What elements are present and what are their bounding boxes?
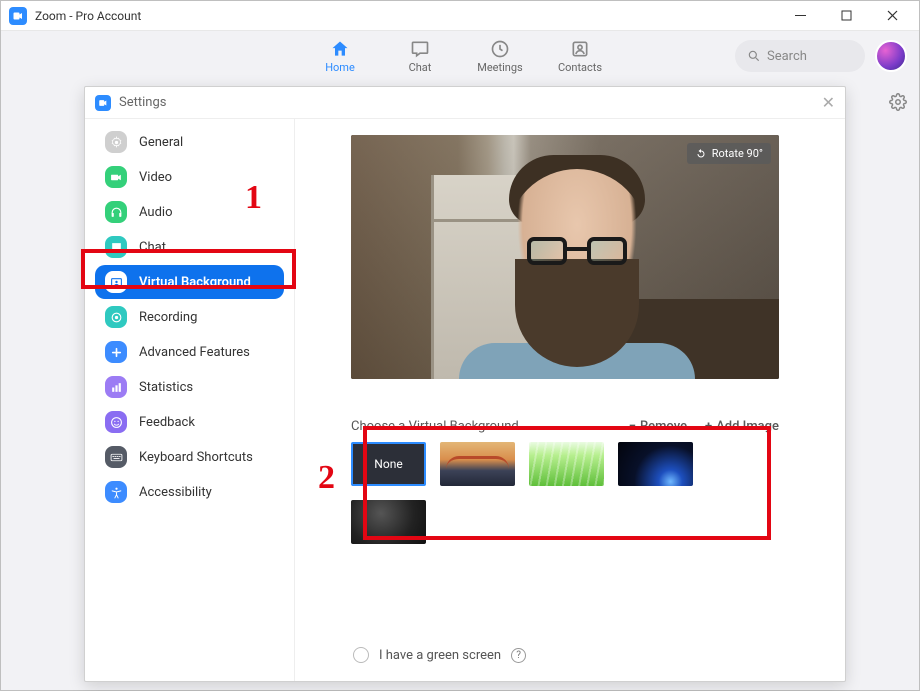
record-icon — [105, 306, 127, 328]
nav-label: Home — [325, 61, 355, 74]
settings-title: Settings — [119, 95, 166, 110]
sidebar-item-label: Keyboard Shortcuts — [139, 450, 253, 465]
choose-background-label: Choose a Virtual Background — [351, 419, 519, 434]
sidebar-item-label: Chat — [139, 240, 166, 255]
add-image-button[interactable]: + Add Image — [705, 419, 779, 434]
maximize-button[interactable] — [823, 1, 869, 31]
clock-icon — [490, 39, 510, 59]
nav-label: Meetings — [477, 61, 522, 74]
main-nav: Home Chat Meetings Contacts Search — [1, 31, 919, 81]
sidebar-item-label: Advanced Features — [139, 345, 250, 360]
window-title: Zoom - Pro Account — [35, 9, 141, 23]
sidebar-item-audio[interactable]: Audio — [95, 195, 284, 229]
settings-window: Settings ✕ General Video — [84, 86, 846, 682]
sidebar-item-label: Accessibility — [139, 485, 212, 500]
keyboard-icon — [105, 446, 127, 468]
accessibility-icon — [105, 481, 127, 503]
settings-gear-icon[interactable] — [889, 93, 907, 111]
bg-thumb-golden-gate[interactable] — [440, 442, 515, 486]
search-icon — [747, 49, 761, 63]
plus-icon: + — [705, 419, 712, 434]
sidebar-item-statistics[interactable]: Statistics — [95, 370, 284, 404]
sidebar-item-recording[interactable]: Recording — [95, 300, 284, 334]
chat-icon — [410, 39, 430, 59]
green-screen-checkbox[interactable] — [353, 647, 369, 663]
minus-icon: − — [629, 419, 636, 434]
nav-tab-home[interactable]: Home — [317, 39, 363, 74]
chat-bubble-icon — [105, 236, 127, 258]
rotate-90-button[interactable]: Rotate 90° — [687, 143, 771, 164]
sidebar-item-label: Virtual Background — [139, 275, 251, 290]
smiley-icon — [105, 411, 127, 433]
bg-thumb-grass[interactable] — [529, 442, 604, 486]
home-icon — [330, 39, 350, 59]
video-icon — [105, 166, 127, 188]
sidebar-item-keyboard-shortcuts[interactable]: Keyboard Shortcuts — [95, 440, 284, 474]
headphones-icon — [105, 201, 127, 223]
green-screen-label: I have a green screen — [379, 648, 501, 663]
sidebar-item-virtual-background[interactable]: Virtual Background — [95, 265, 284, 299]
window-controls — [777, 1, 915, 31]
camera-preview: Rotate 90° — [351, 135, 779, 379]
sidebar-item-label: Statistics — [139, 380, 193, 395]
sidebar-item-video[interactable]: Video — [95, 160, 284, 194]
background-thumbnail-grid: None — [351, 442, 779, 544]
user-avatar[interactable] — [875, 40, 907, 72]
minimize-button[interactable] — [777, 1, 823, 31]
nav-label: Chat — [409, 61, 432, 74]
green-screen-help-icon[interactable]: ? — [511, 648, 526, 663]
settings-sidebar: General Video Audio — [85, 119, 295, 681]
sidebar-item-general[interactable]: General — [95, 125, 284, 159]
zoom-app-icon — [95, 95, 111, 111]
sidebar-item-feedback[interactable]: Feedback — [95, 405, 284, 439]
sidebar-item-advanced[interactable]: Advanced Features — [95, 335, 284, 369]
add-image-label: Add Image — [716, 419, 779, 434]
rotate-label: Rotate 90° — [712, 147, 763, 160]
nav-tab-contacts[interactable]: Contacts — [557, 39, 603, 74]
close-button[interactable] — [869, 1, 915, 31]
nav-tab-chat[interactable]: Chat — [397, 39, 443, 74]
virtual-background-icon — [105, 271, 127, 293]
bar-chart-icon — [105, 376, 127, 398]
plus-icon — [105, 341, 127, 363]
remove-background-button[interactable]: − Remove — [629, 419, 687, 434]
contacts-icon — [570, 39, 590, 59]
search-input[interactable]: Search — [735, 40, 865, 72]
bg-none-label: None — [374, 457, 402, 471]
settings-titlebar: Settings ✕ — [85, 87, 845, 119]
search-placeholder: Search — [767, 49, 807, 64]
bg-thumb-custom-dark[interactable] — [351, 500, 426, 544]
rotate-icon — [695, 148, 707, 160]
settings-close-button[interactable]: ✕ — [822, 93, 835, 112]
nav-tab-meetings[interactable]: Meetings — [477, 39, 523, 74]
sidebar-item-accessibility[interactable]: Accessibility — [95, 475, 284, 509]
sidebar-item-label: Video — [139, 170, 172, 185]
nav-label: Contacts — [558, 61, 602, 74]
zoom-app-icon — [9, 7, 27, 25]
sidebar-item-label: Feedback — [139, 415, 195, 430]
gear-icon — [105, 131, 127, 153]
settings-content: Rotate 90° Choose a Virtual Background −… — [295, 119, 845, 681]
sidebar-item-label: Recording — [139, 310, 197, 325]
main-titlebar: Zoom - Pro Account — [1, 1, 919, 31]
sidebar-item-label: Audio — [139, 205, 172, 220]
sidebar-item-chat[interactable]: Chat — [95, 230, 284, 264]
bg-thumb-space[interactable] — [618, 442, 693, 486]
remove-label: Remove — [640, 419, 687, 434]
bg-thumb-none[interactable]: None — [351, 442, 426, 486]
zoom-main-window: Zoom - Pro Account Home Chat — [0, 0, 920, 691]
sidebar-item-label: General — [139, 135, 183, 150]
